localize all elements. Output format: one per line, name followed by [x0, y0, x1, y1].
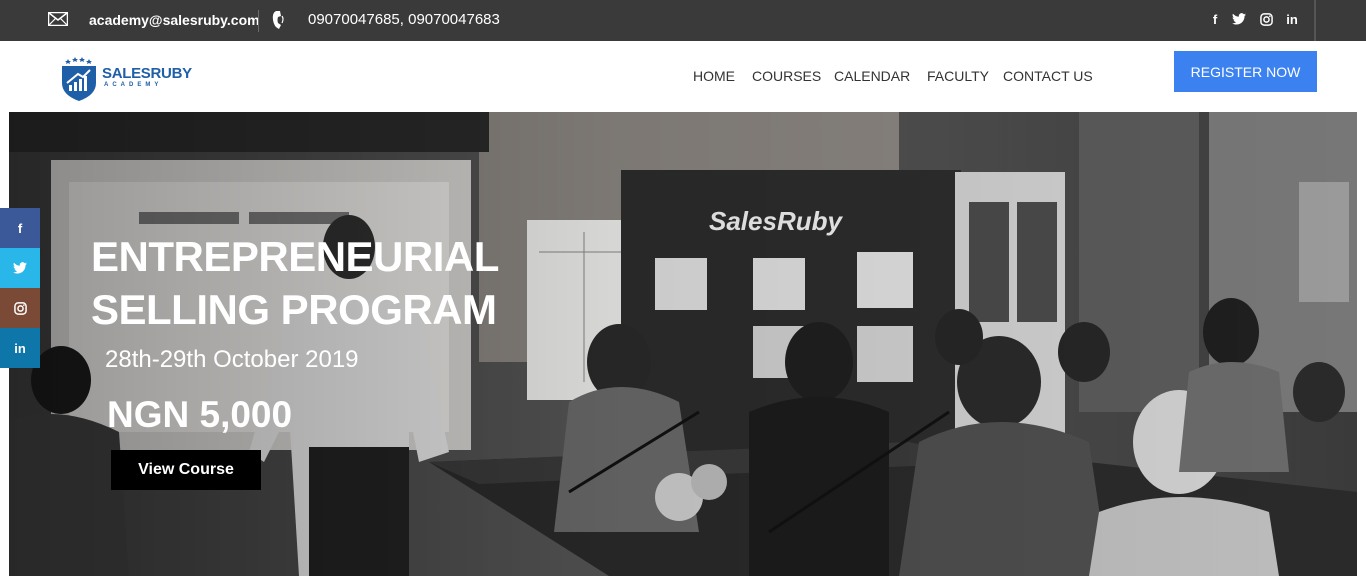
nav-calendar[interactable]: CALENDAR: [834, 68, 910, 84]
linkedin-icon[interactable]: in: [1285, 12, 1299, 27]
view-course-button[interactable]: View Course: [111, 450, 261, 490]
hero-title-line-2: SELLING PROGRAM: [91, 286, 497, 333]
hero-date: 28th-29th October 2019: [105, 346, 359, 373]
nav-contact-us[interactable]: CONTACT US: [1003, 68, 1093, 84]
hero-banner: SalesRuby: [9, 112, 1357, 576]
side-twitter-icon[interactable]: [0, 248, 40, 288]
nav-courses[interactable]: COURSES: [752, 68, 821, 84]
divider: [258, 10, 259, 32]
logo-subtext: ACADEMY: [104, 82, 163, 88]
side-linkedin-icon[interactable]: in: [0, 328, 40, 368]
hero-photo: SalesRuby: [9, 112, 1357, 576]
logo-text: SALESRUBY: [102, 65, 192, 82]
contact-phone[interactable]: 09070047685, 09070047683: [308, 11, 500, 28]
hero-title-line-1: ENTREPRENEURIAL: [91, 233, 499, 280]
divider: [1314, 0, 1316, 41]
site-header: SALESRUBY ACADEMY HOME COURSES CALENDAR …: [0, 41, 1366, 112]
hero-price: NGN 5,000: [107, 394, 293, 435]
top-bar: academy@salesruby.com 09070047685, 09070…: [0, 0, 1366, 41]
nav-home[interactable]: HOME: [693, 68, 735, 84]
nav-faculty[interactable]: FACULTY: [927, 68, 989, 84]
instagram-icon[interactable]: [1259, 12, 1273, 26]
register-now-button[interactable]: REGISTER NOW: [1174, 51, 1317, 92]
twitter-icon[interactable]: [1232, 12, 1246, 26]
side-instagram-icon[interactable]: [0, 288, 40, 328]
contact-email[interactable]: academy@salesruby.com: [89, 12, 260, 28]
side-facebook-icon[interactable]: f: [0, 208, 40, 248]
phone-icon: [272, 11, 284, 29]
facebook-icon[interactable]: f: [1208, 12, 1222, 27]
mail-icon: [48, 12, 68, 26]
hero-title: ENTREPRENEURIAL SELLING PROGRAM: [91, 230, 499, 336]
